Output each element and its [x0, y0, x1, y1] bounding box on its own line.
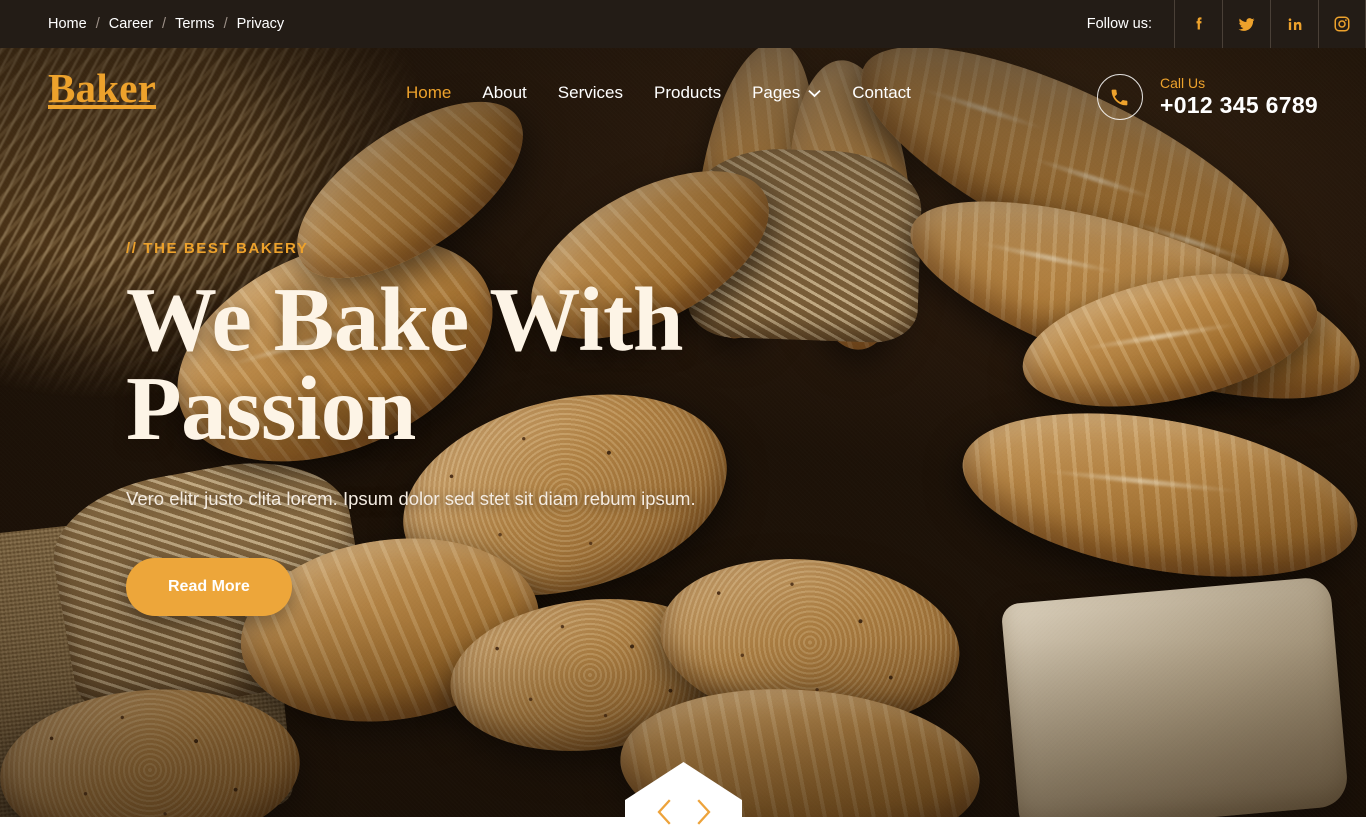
instagram-icon[interactable] — [1318, 0, 1366, 48]
hero-title: We Bake With Passion — [126, 274, 886, 454]
topbar-link-terms[interactable]: Terms — [175, 17, 214, 32]
carousel-prev-button[interactable] — [651, 798, 677, 828]
chevron-right-icon — [696, 798, 712, 828]
hero-title-line-2: Passion — [126, 358, 416, 460]
phone-icon — [1096, 74, 1143, 120]
site-header: Baker Home About Services Products Pages… — [0, 48, 1366, 142]
call-us-block[interactable]: Call Us +012 345 6789 — [1096, 74, 1318, 120]
hero-title-line-1: We Bake With — [126, 269, 683, 370]
nav-item-pages-label: Pages — [752, 83, 801, 102]
main-navigation: Home About Services Products Pages Conta… — [406, 84, 911, 101]
twitter-icon[interactable] — [1222, 0, 1270, 48]
phone-number: +012 345 6789 — [1159, 91, 1318, 118]
nav-item-pages[interactable]: Pages — [752, 84, 821, 101]
topbar-link-home[interactable]: Home — [48, 17, 87, 32]
nav-item-services[interactable]: Services — [558, 84, 623, 101]
linkedin-icon[interactable] — [1270, 0, 1318, 48]
hero-eyebrow: // THE BEST BAKERY — [126, 240, 309, 257]
call-us-label: Call Us — [1159, 75, 1206, 92]
brand-logo[interactable]: Baker — [48, 68, 156, 109]
topbar-separator: / — [95, 16, 100, 32]
top-bar-links: Home / Career / Terms / Privacy — [0, 16, 284, 32]
facebook-icon[interactable] — [1174, 0, 1222, 48]
hero-content: // THE BEST BAKERY We Bake With Passion … — [126, 240, 886, 617]
follow-us-label: Follow us: — [1086, 16, 1152, 32]
call-us-text: Call Us +012 345 6789 — [1160, 75, 1318, 119]
nav-item-home[interactable]: Home — [406, 84, 451, 101]
chevron-left-icon — [656, 798, 672, 828]
top-bar-social-area: Follow us: — [1087, 0, 1366, 48]
topbar-link-career[interactable]: Career — [109, 17, 153, 32]
topbar-separator: / — [162, 16, 167, 32]
read-more-button[interactable]: Read More — [126, 558, 292, 617]
topbar-link-privacy[interactable]: Privacy — [237, 17, 285, 32]
nav-item-products[interactable]: Products — [654, 84, 721, 101]
top-bar: Home / Career / Terms / Privacy Follow u… — [0, 0, 1366, 48]
hero-subtitle: Vero elitr justo clita lorem. Ipsum dolo… — [126, 488, 696, 510]
nav-item-about[interactable]: About — [482, 84, 526, 101]
topbar-separator: / — [223, 16, 228, 32]
carousel-next-button[interactable] — [691, 798, 717, 828]
chevron-down-icon — [808, 84, 821, 101]
nav-item-contact[interactable]: Contact — [852, 84, 911, 101]
